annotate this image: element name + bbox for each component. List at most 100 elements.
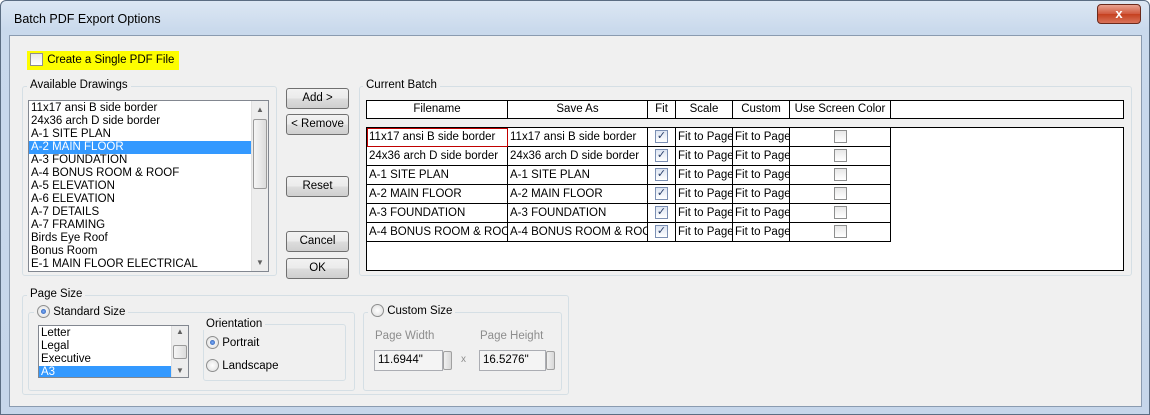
page-width-spinner[interactable]	[443, 351, 452, 370]
filename-cell[interactable]: A-4 BONUS ROOM & ROOF	[367, 223, 508, 242]
fit-checkbox[interactable]: ✓	[655, 225, 668, 239]
column-header-scale[interactable]: Scale	[676, 101, 733, 118]
landscape-radio[interactable]	[206, 359, 219, 373]
use-screen-color-checkbox[interactable]	[833, 149, 847, 163]
batch-row[interactable]: A-1 SITE PLAN A-1 SITE PLAN ✓ Fit to Page Fi…	[367, 166, 891, 185]
page-size-item[interactable]: Letter	[39, 327, 171, 340]
save-as-cell[interactable]: 24x36 arch D side border	[508, 147, 648, 166]
save-as-cell[interactable]: A-3 FOUNDATION	[508, 204, 648, 223]
batch-row[interactable]: 11x17 ansi B side border 11x17 ansi B sid…	[367, 128, 891, 147]
fit-checkbox[interactable]: ✓	[655, 187, 668, 201]
column-header-custom[interactable]: Custom	[733, 101, 790, 118]
batch-row[interactable]: A-4 BONUS ROOM & ROOF A-4 BONUS ROOM & RO…	[367, 223, 891, 242]
page-height-spinner[interactable]	[546, 351, 555, 370]
scroll-down-icon[interactable]: ▼	[252, 254, 268, 271]
save-as-cell[interactable]: A-2 MAIN FLOOR	[508, 185, 648, 204]
batch-row[interactable]: A-2 MAIN FLOOR A-2 MAIN FLOOR ✓ Fit to Page…	[367, 185, 891, 204]
fit-checkbox[interactable]: ✓	[655, 149, 668, 163]
cancel-button[interactable]: Cancel	[286, 231, 349, 252]
available-drawing-item[interactable]: A-4 BONUS ROOM & ROOF	[29, 167, 251, 180]
batch-grid[interactable]: 11x17 ansi B side border 11x17 ansi B sid…	[366, 127, 1124, 271]
remove-button[interactable]: < Remove	[286, 114, 349, 135]
available-drawing-item[interactable]: A-3 FOUNDATION	[29, 154, 251, 167]
size-scroll-thumb[interactable]	[173, 345, 187, 359]
column-header-save-as[interactable]: Save As	[508, 101, 648, 118]
available-drawings-scrollbar[interactable]: ▲ ▼	[251, 101, 268, 271]
page-size-item[interactable]: Executive	[39, 353, 171, 366]
page-width-input[interactable]: 11.6944"	[374, 350, 443, 371]
fit-cell[interactable]: ✓	[648, 166, 676, 185]
available-drawing-item[interactable]: A-6 ELEVATION	[29, 193, 251, 206]
title-bar[interactable]: Batch PDF Export Options x	[1, 1, 1149, 35]
use-screen-color-cell[interactable]	[790, 185, 891, 204]
custom-cell[interactable]: Fit to Page	[733, 166, 790, 185]
scale-cell[interactable]: Fit to Page	[676, 204, 733, 223]
available-drawing-item[interactable]: A-2 MAIN FLOOR	[29, 141, 251, 154]
custom-cell[interactable]: Fit to Page	[733, 204, 790, 223]
filename-cell[interactable]: 24x36 arch D side border	[367, 147, 508, 166]
use-screen-color-cell[interactable]	[790, 223, 891, 242]
available-drawing-item[interactable]: E-1 MAIN FLOOR ELECTRICAL	[29, 258, 251, 271]
standard-size-list[interactable]: Letter Legal Executive A3 ▲ ▼	[38, 325, 189, 378]
standard-size-option[interactable]: Standard Size	[34, 305, 129, 320]
available-drawing-item[interactable]: 11x17 ansi B side border	[29, 102, 251, 115]
ok-button[interactable]: OK	[286, 258, 349, 279]
page-height-input[interactable]: 16.5276"	[479, 350, 546, 371]
page-size-item[interactable]: A3	[39, 366, 171, 377]
fit-cell[interactable]: ✓	[648, 147, 676, 166]
column-header-filename[interactable]: Filename	[367, 101, 508, 118]
fit-cell[interactable]: ✓	[648, 223, 676, 242]
scale-cell[interactable]: Fit to Page	[676, 223, 733, 242]
use-screen-color-checkbox[interactable]	[833, 225, 847, 239]
add-button[interactable]: Add >	[286, 88, 349, 109]
batch-row[interactable]: 24x36 arch D side border 24x36 arch D sid…	[367, 147, 891, 166]
fit-checkbox[interactable]: ✓	[655, 206, 668, 220]
reset-button[interactable]: Reset	[286, 176, 349, 197]
use-screen-color-cell[interactable]	[790, 128, 891, 147]
custom-size-option[interactable]: Custom Size	[368, 304, 456, 319]
use-screen-color-cell[interactable]	[790, 204, 891, 223]
available-drawing-item[interactable]: A-7 DETAILS	[29, 206, 251, 219]
filename-cell[interactable]: 11x17 ansi B side border	[367, 128, 508, 147]
use-screen-color-cell[interactable]	[790, 147, 891, 166]
save-as-cell[interactable]: A-4 BONUS ROOM & ROOF	[508, 223, 648, 242]
scale-cell[interactable]: Fit to Page	[676, 185, 733, 204]
custom-cell[interactable]: Fit to Page	[733, 128, 790, 147]
scale-cell[interactable]: Fit to Page	[676, 128, 733, 147]
fit-checkbox[interactable]: ✓	[655, 168, 668, 182]
fit-checkbox[interactable]: ✓	[655, 130, 668, 144]
available-drawing-item[interactable]: 24x36 arch D side border	[29, 115, 251, 128]
scale-cell[interactable]: Fit to Page	[676, 166, 733, 185]
fit-cell[interactable]: ✓	[648, 185, 676, 204]
column-header-fit[interactable]: Fit	[648, 101, 676, 118]
available-drawing-item[interactable]: Birds Eye Roof	[29, 232, 251, 245]
available-drawing-item[interactable]: A-7 FRAMING	[29, 219, 251, 232]
single-pdf-checkbox-row[interactable]: Create a Single PDF File	[30, 53, 174, 68]
use-screen-color-checkbox[interactable]	[833, 187, 847, 201]
size-scroll-up-icon[interactable]: ▲	[172, 326, 188, 338]
size-list-scrollbar[interactable]: ▲ ▼	[171, 326, 188, 377]
scroll-thumb[interactable]	[253, 119, 267, 189]
landscape-option[interactable]: Landscape	[206, 359, 278, 374]
save-as-cell[interactable]: A-1 SITE PLAN	[508, 166, 648, 185]
column-header-use-screen-color[interactable]: Use Screen Color	[790, 101, 891, 118]
fit-cell[interactable]: ✓	[648, 204, 676, 223]
page-size-item[interactable]: Legal	[39, 340, 171, 353]
custom-cell[interactable]: Fit to Page	[733, 147, 790, 166]
custom-size-radio[interactable]	[371, 304, 384, 318]
available-drawing-item[interactable]: Bonus Room	[29, 245, 251, 258]
available-drawings-list[interactable]: 11x17 ansi B side border 24x36 arch D sid…	[28, 100, 269, 272]
custom-cell[interactable]: Fit to Page	[733, 223, 790, 242]
portrait-option[interactable]: Portrait	[206, 336, 259, 351]
custom-cell[interactable]: Fit to Page	[733, 185, 790, 204]
size-scroll-down-icon[interactable]: ▼	[172, 365, 188, 377]
use-screen-color-checkbox[interactable]	[833, 168, 847, 182]
single-pdf-checkbox[interactable]	[30, 53, 43, 67]
scale-cell[interactable]: Fit to Page	[676, 147, 733, 166]
save-as-cell[interactable]: 11x17 ansi B side border	[508, 128, 648, 147]
standard-size-radio[interactable]	[37, 305, 50, 319]
use-screen-color-checkbox[interactable]	[833, 206, 847, 220]
filename-cell[interactable]: A-3 FOUNDATION	[367, 204, 508, 223]
use-screen-color-cell[interactable]	[790, 166, 891, 185]
available-drawing-item[interactable]: A-5 ELEVATION	[29, 180, 251, 193]
